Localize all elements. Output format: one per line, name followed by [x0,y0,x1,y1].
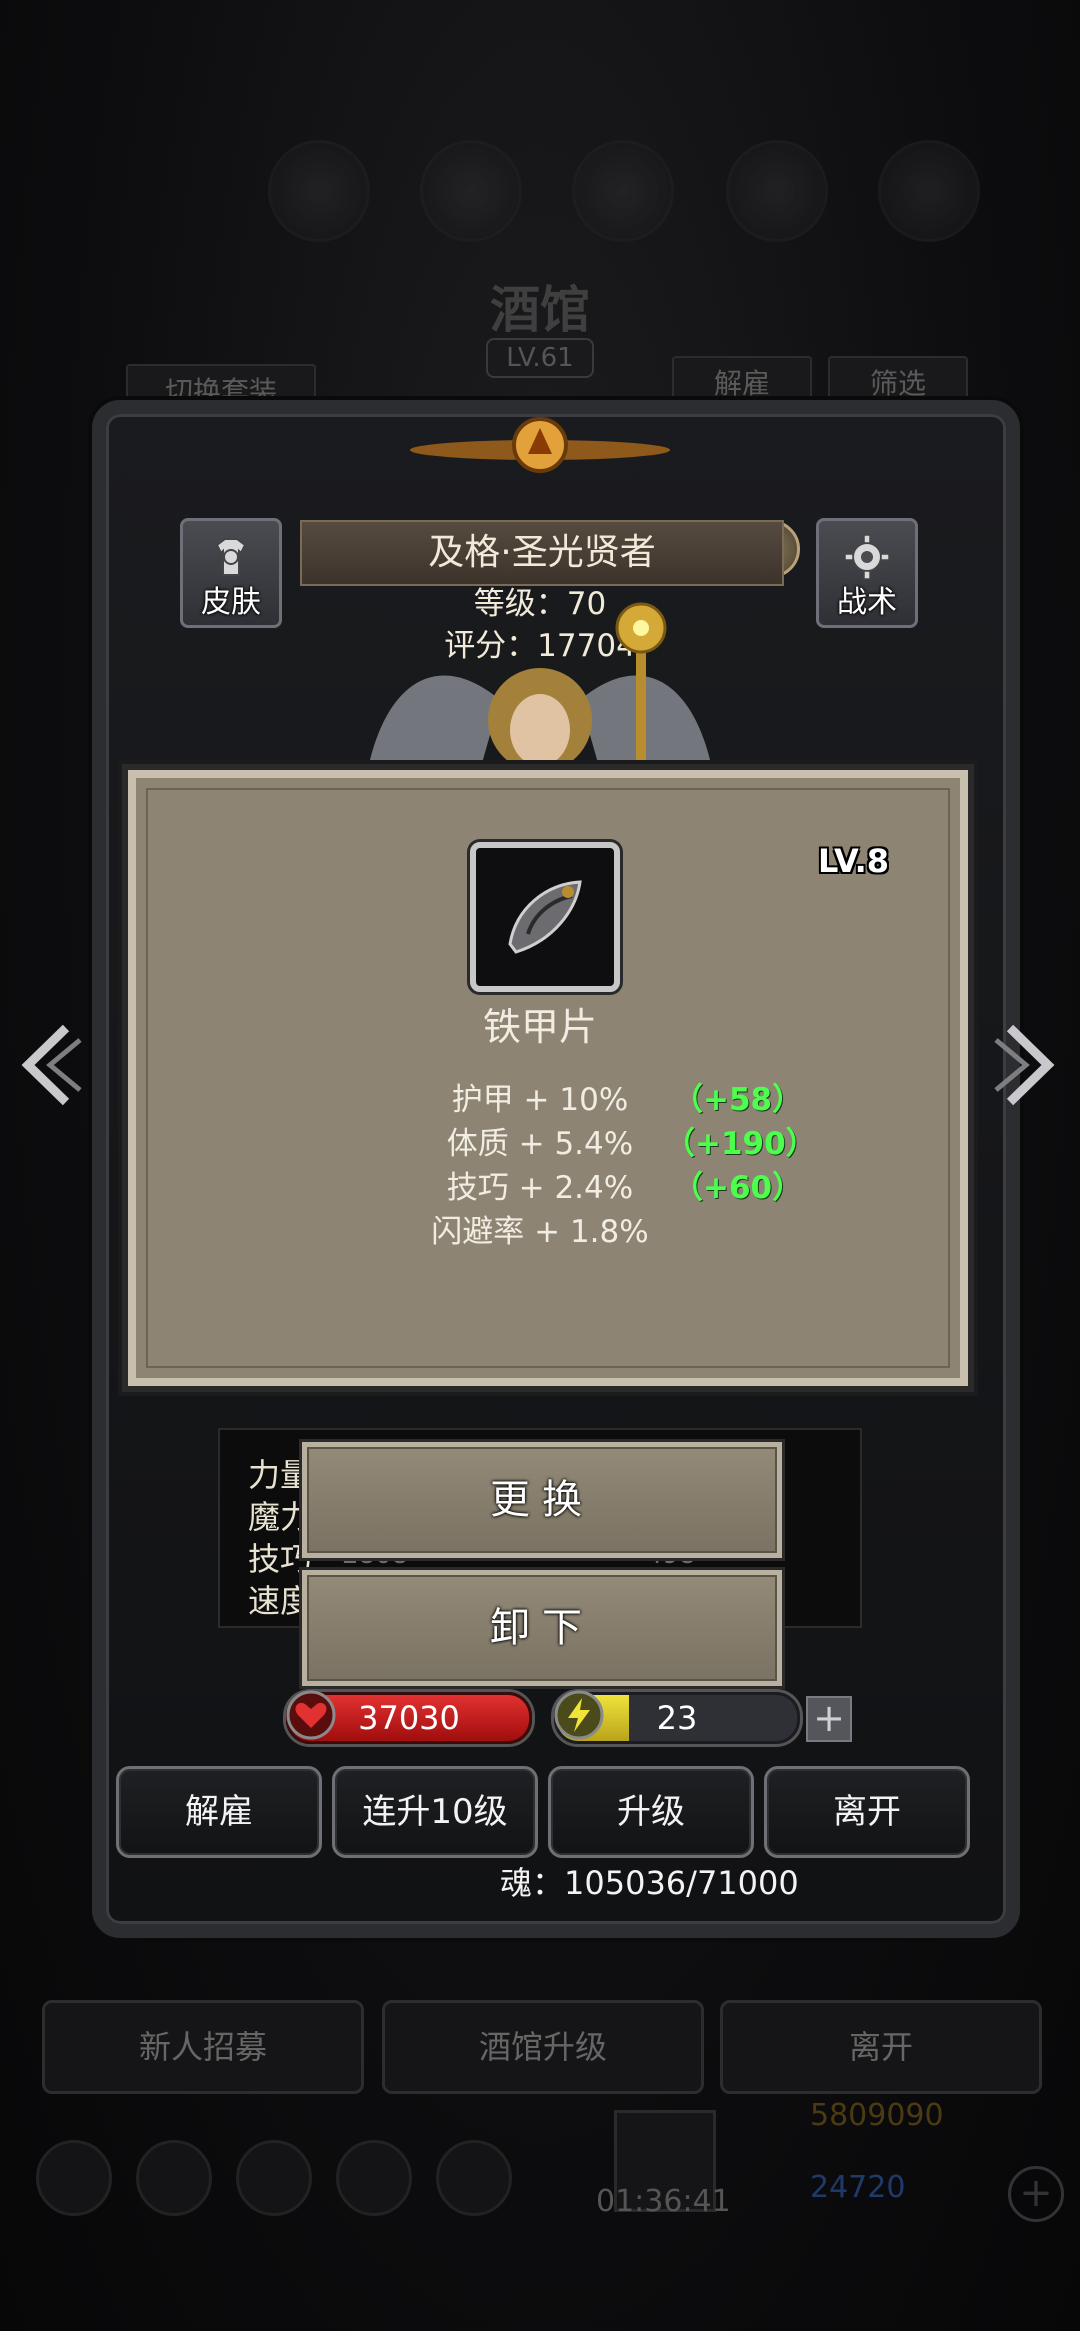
bg-menu-icon [336,2140,412,2216]
unequip-item-button[interactable]: 卸下 [302,1570,782,1686]
tavern-title: 酒馆 [490,280,590,339]
item-level: LV.8 [818,842,890,880]
next-hero-arrow-icon[interactable] [992,1020,1062,1110]
level-up-button[interactable]: 升级 [548,1766,754,1858]
item-bonus-armor: （+58） [672,1082,804,1118]
skin-button[interactable]: 皮肤 [180,518,282,628]
panel-crest-ornament [410,417,670,473]
gem-amount: 24720 [810,2170,906,2205]
bg-leave-button: 离开 [720,2000,1042,2094]
bg-menu-icon [36,2140,112,2216]
item-bonus-skill: （+60） [672,1170,804,1206]
tactics-button[interactable]: 战术 [816,518,918,628]
level-up-10-button[interactable]: 连升10级 [332,1766,538,1858]
tavern-upgrade-button: 酒馆升级 [382,2000,704,2094]
tavern-level: LV.61 [486,338,594,378]
item-attr-armor: 护甲 + 10% [451,1082,629,1118]
item-bonus-constitution: （+190） [664,1126,817,1162]
item-attr-constitution: 体质 + 5.4% [446,1126,634,1162]
item-attr-dodge: 闪避率 + 1.8% [431,1214,649,1250]
bg-skill-icon [878,140,980,242]
replace-item-button[interactable]: 更换 [302,1442,782,1558]
hero-portrait [370,602,710,770]
bg-skill-icon [572,140,674,242]
item-attr-skill: 技巧 + 2.4% [446,1170,634,1206]
armor-plate-item-icon [470,842,620,992]
skin-label: 皮肤 [201,585,261,620]
leave-button[interactable]: 离开 [764,1766,970,1858]
hero-name: 及格·圣光贤者 [300,520,784,586]
bg-add-icon: + [1008,2166,1064,2222]
add-energy-button[interactable]: + [806,1696,852,1742]
recruit-button: 新人招募 [42,2000,364,2094]
gear-icon [844,534,890,580]
bg-skill-icon [420,140,522,242]
bg-menu-icon [236,2140,312,2216]
lightning-icon [554,1690,604,1740]
bg-timer-bottom: 01:36:41 [596,2184,731,2219]
bg-skill-icon [726,140,828,242]
tactics-label: 战术 [837,585,897,620]
heart-icon [286,1690,336,1740]
dismiss-hero-button[interactable]: 解雇 [116,1766,322,1858]
item-name: 铁甲片 [482,1005,597,1049]
bg-menu-icon [436,2140,512,2216]
skin-icon [215,538,247,576]
soul-counter: 魂：105036/71000 [500,1864,799,1902]
bg-skill-icon [268,140,370,242]
prev-hero-arrow-icon[interactable] [14,1020,84,1110]
bg-menu-icon [136,2140,212,2216]
gold-amount: 5809090 [810,2098,944,2133]
armor-plate-icon [508,880,582,954]
